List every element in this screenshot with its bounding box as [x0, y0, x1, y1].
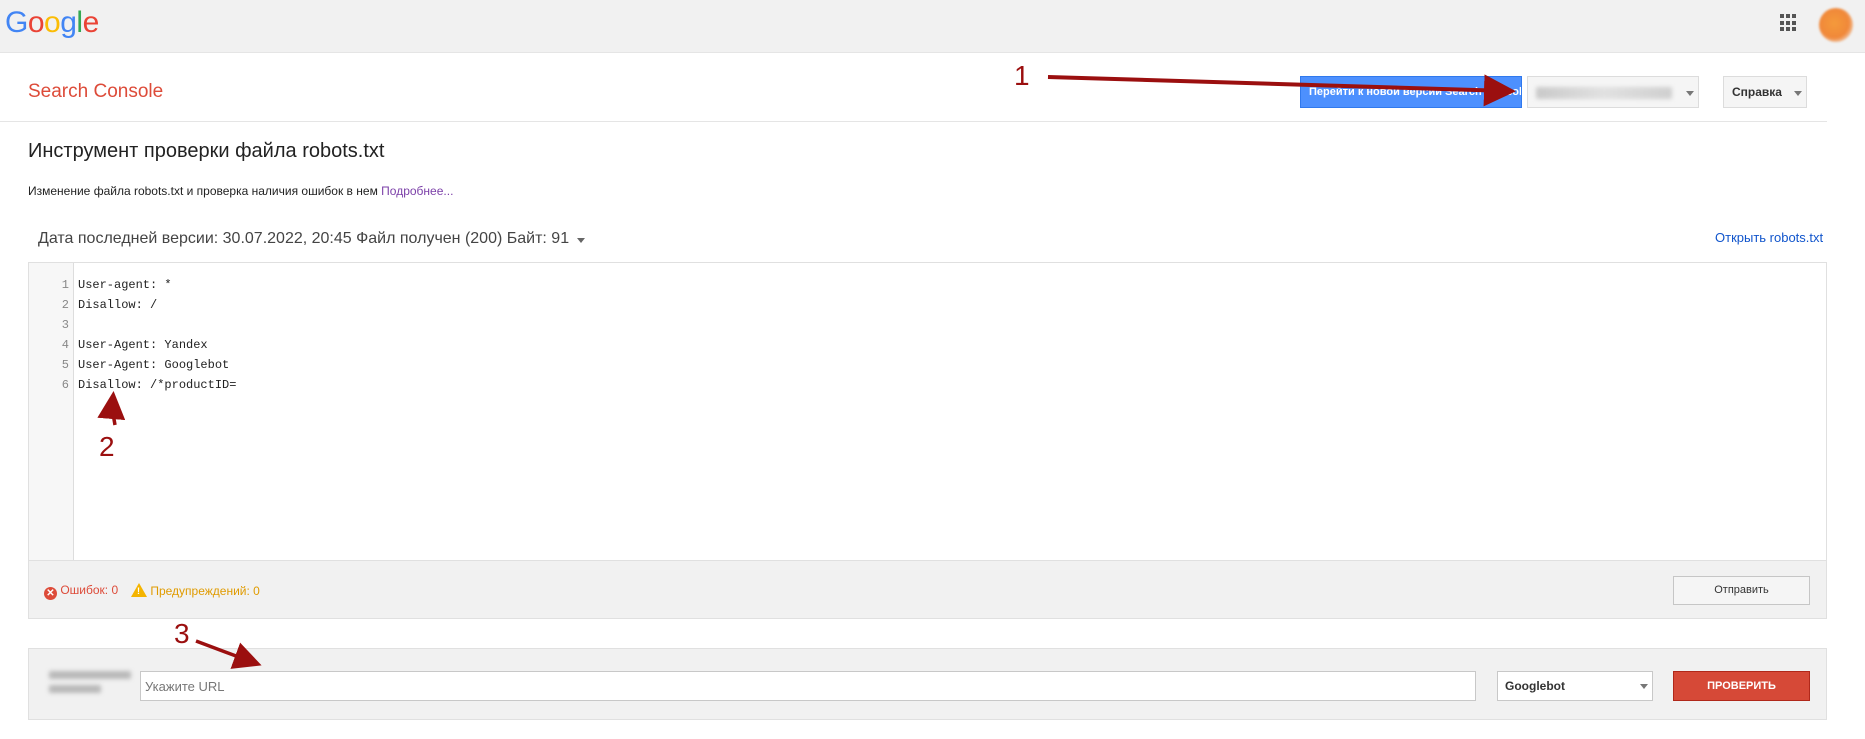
help-menu[interactable]: Справка	[1723, 76, 1807, 108]
logo-letter: o	[44, 6, 61, 39]
warnings-label: Предупреждений: 0	[150, 584, 260, 598]
google-topbar: Google	[0, 0, 1865, 53]
logo-letter: o	[27, 6, 45, 39]
chevron-down-icon	[1686, 91, 1694, 96]
help-menu-label: Справка	[1732, 85, 1782, 99]
editor-line: 5 User-Agent: Googlebot	[29, 355, 1819, 375]
url-input[interactable]	[140, 671, 1476, 701]
site-url-blurred	[49, 671, 135, 701]
property-url-blurred	[1536, 87, 1672, 99]
property-select[interactable]	[1527, 76, 1699, 108]
line-number: 5	[61, 358, 69, 372]
line-number: 4	[61, 338, 69, 352]
line-text: Disallow: /	[78, 298, 158, 312]
open-robots-link[interactable]: Открыть robots.txt	[1715, 230, 1823, 245]
page-description: Изменение файла robots.txt и проверка на…	[28, 184, 453, 198]
logo-letter: G	[5, 6, 28, 39]
user-avatar[interactable]	[1819, 8, 1853, 42]
line-text: User-agent: *	[78, 278, 172, 292]
url-test-bar: Googlebot ПРОВЕРИТЬ	[28, 648, 1827, 720]
editor-line: 1 User-agent: *	[29, 275, 1819, 295]
logo-letter: e	[82, 6, 100, 39]
page-title: Инструмент проверки файла robots.txt	[28, 140, 385, 162]
search-console-header: Search Console Перейти к новой версии Se…	[0, 53, 1827, 122]
version-selector[interactable]: Дата последней версии: 30.07.2022, 20:45…	[38, 230, 569, 248]
line-text: Disallow: /*productID=	[78, 378, 237, 392]
editor-line: 4 User-Agent: Yandex	[29, 335, 1819, 355]
logo-letter: g	[60, 6, 77, 39]
chevron-down-icon[interactable]	[577, 238, 585, 243]
line-number: 2	[61, 298, 69, 312]
chevron-down-icon	[1640, 684, 1648, 689]
new-version-button[interactable]: Перейти к новой версии Search Console	[1300, 76, 1522, 108]
user-agent-select[interactable]: Googlebot	[1497, 671, 1653, 701]
editor-line: 3	[29, 315, 1819, 335]
line-number: 6	[61, 378, 69, 392]
google-logo[interactable]: Google	[5, 6, 99, 40]
line-text: User-Agent: Googlebot	[78, 358, 230, 372]
editor-line: 6 Disallow: /*productID=	[29, 375, 1819, 395]
annotation-number-1: 1	[1014, 60, 1030, 91]
validation-status-bar: ✕ Ошибок: 0 ! Предупреждений: 0 Отправит…	[28, 561, 1827, 619]
check-button[interactable]: ПРОВЕРИТЬ	[1673, 671, 1810, 701]
app-title[interactable]: Search Console	[28, 81, 163, 103]
warnings-count[interactable]: ! Предупреждений: 0	[131, 583, 260, 598]
user-agent-label: Googlebot	[1505, 679, 1565, 693]
robots-editor[interactable]: 1 User-agent: * 2 Disallow: / 3 4 User-A…	[28, 262, 1827, 561]
annotation-number-3: 3	[174, 618, 190, 649]
editor-line: 2 Disallow: /	[29, 295, 1819, 315]
more-link[interactable]: Подробнее...	[381, 184, 453, 198]
warning-icon: !	[131, 583, 147, 597]
submit-button[interactable]: Отправить	[1673, 576, 1810, 605]
line-number: 3	[61, 318, 69, 332]
errors-count[interactable]: ✕ Ошибок: 0	[44, 583, 118, 600]
description-text: Изменение файла robots.txt и проверка на…	[28, 184, 378, 198]
line-number: 1	[61, 278, 69, 292]
chevron-down-icon	[1794, 91, 1802, 96]
errors-label: Ошибок: 0	[60, 583, 119, 597]
error-icon: ✕	[44, 587, 57, 600]
apps-grid-icon[interactable]	[1780, 14, 1798, 32]
line-text: User-Agent: Yandex	[78, 338, 208, 352]
annotation-number-2: 2	[99, 431, 115, 462]
